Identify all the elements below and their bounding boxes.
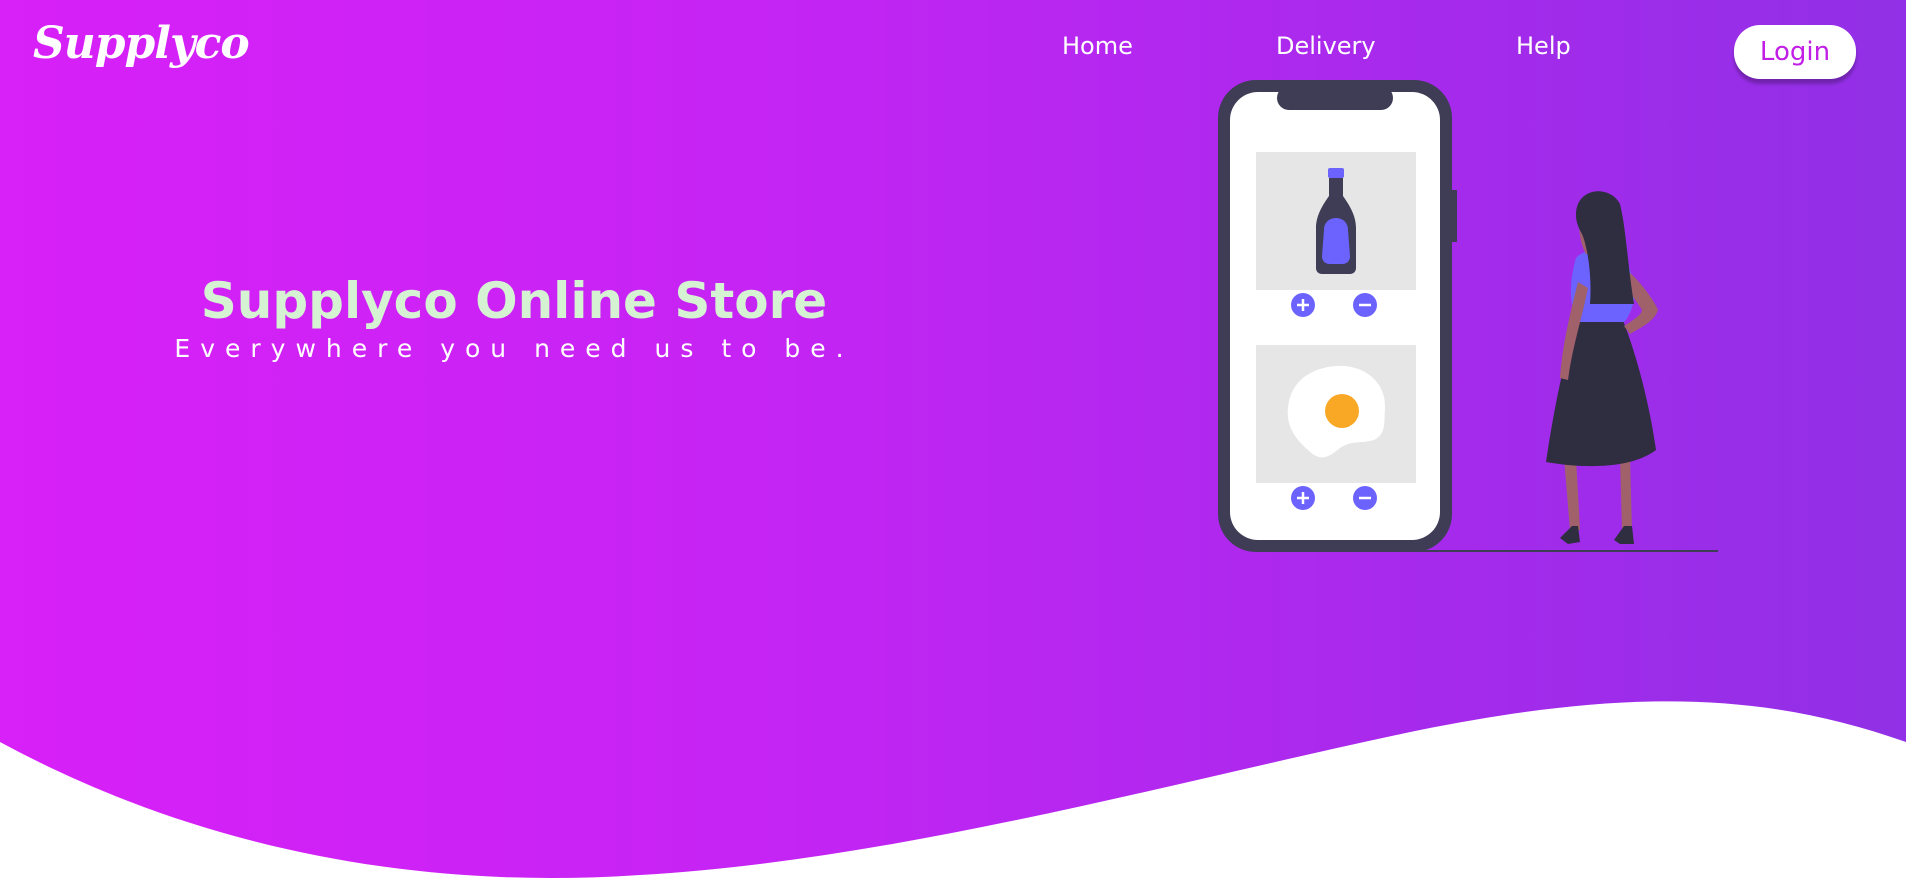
plus-icon[interactable] xyxy=(1291,486,1315,510)
nav-home-link[interactable]: Home xyxy=(1062,32,1133,60)
plus-icon[interactable] xyxy=(1291,293,1315,317)
nav-help-link[interactable]: Help xyxy=(1516,32,1571,60)
hero-subtitle: Everywhere you need us to be. xyxy=(174,334,854,363)
hero-title: Supplyco Online Store xyxy=(200,272,828,330)
login-button[interactable]: Login xyxy=(1734,25,1856,79)
woman-figure xyxy=(1546,191,1658,544)
minus-icon[interactable] xyxy=(1353,293,1377,317)
shopping-illustration xyxy=(1218,80,1718,552)
nav-delivery-link[interactable]: Delivery xyxy=(1276,32,1376,60)
minus-icon[interactable] xyxy=(1353,486,1377,510)
main-nav: Home Delivery Help xyxy=(0,32,1906,72)
